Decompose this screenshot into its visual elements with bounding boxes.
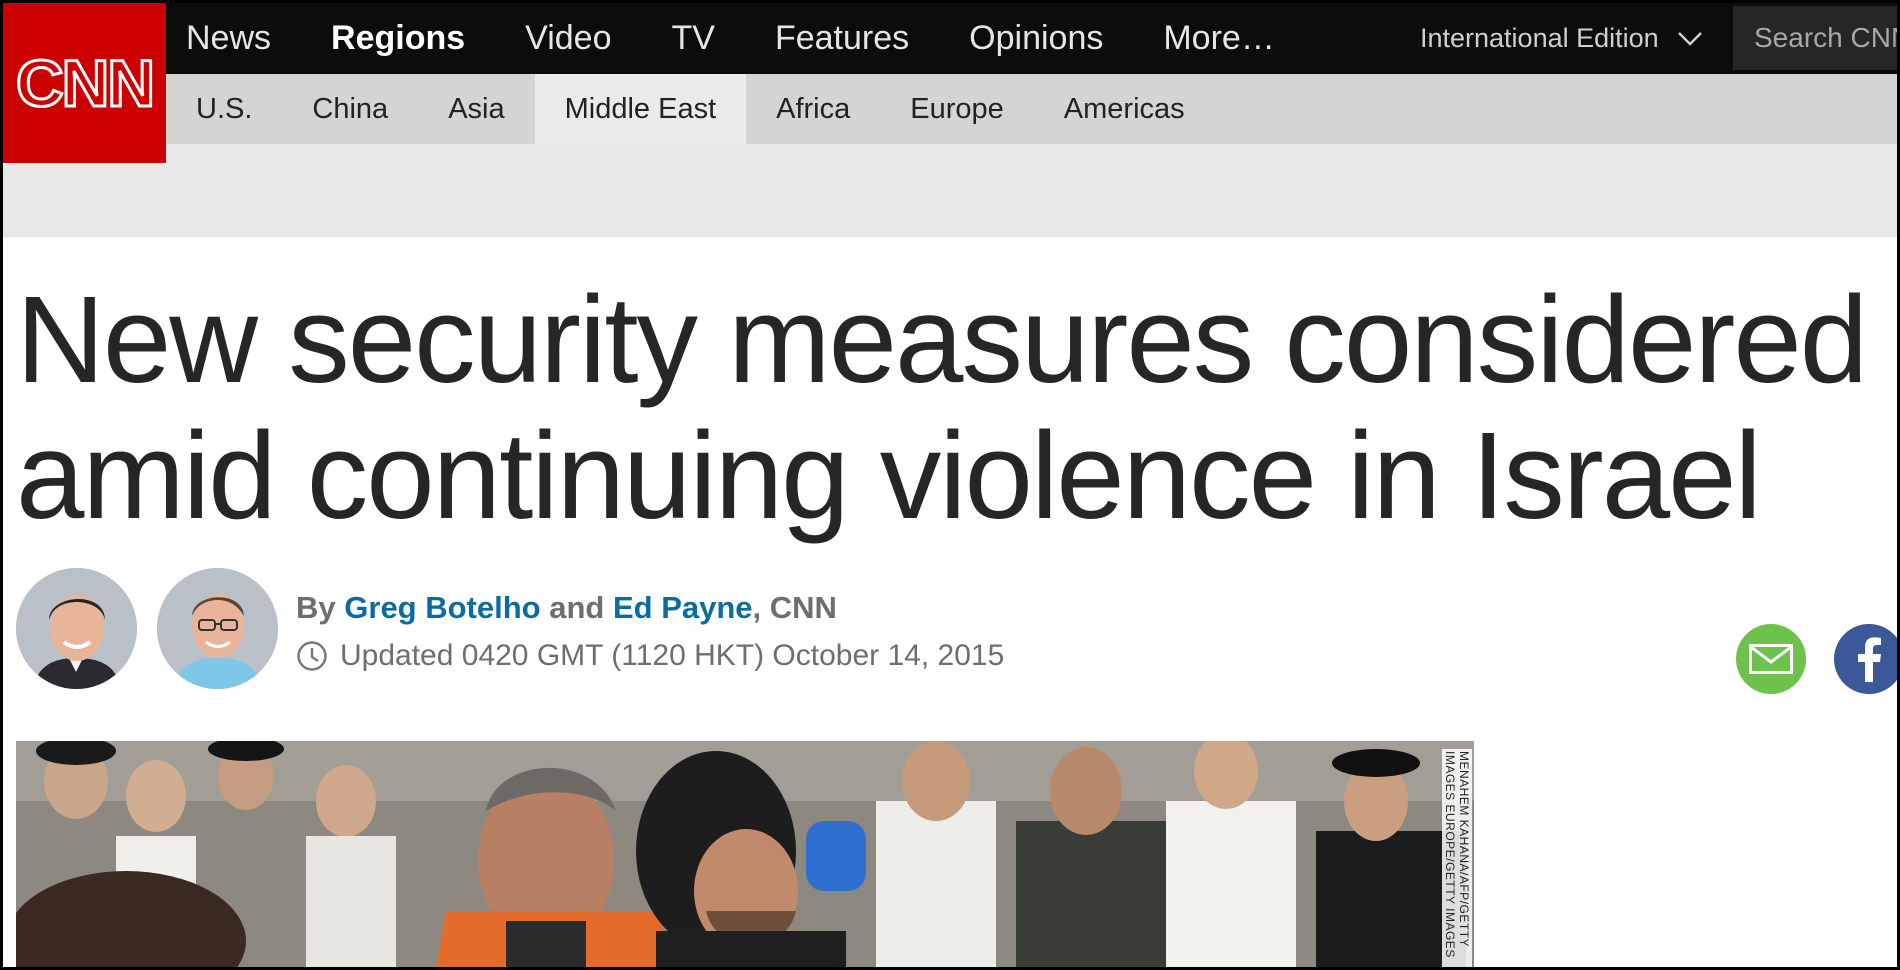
subnav-item-asia[interactable]: Asia	[418, 74, 534, 144]
subnav-item-africa[interactable]: Africa	[746, 74, 880, 144]
update-timestamp: Updated 0420 GMT (1120 HKT) October 14, …	[296, 639, 1004, 673]
author-photo	[157, 568, 278, 689]
author-link-greg-botelho[interactable]: Greg Botelho	[344, 590, 540, 625]
envelope-icon	[1749, 644, 1793, 674]
nav-item-news[interactable]: News	[186, 19, 271, 58]
author-link-ed-payne[interactable]: Ed Payne	[613, 590, 753, 625]
article-headline: New security measures considered amid co…	[16, 272, 1868, 545]
clock-icon	[297, 641, 327, 671]
search-box	[1733, 6, 1897, 70]
regions-subnav: U.S. China Asia Middle East Africa Europ…	[166, 74, 1215, 144]
top-navigation-bar: CNN News Regions Video TV Features Opini…	[3, 3, 1897, 163]
cnn-logo[interactable]: CNN	[3, 3, 166, 163]
nav-item-video[interactable]: Video	[525, 19, 611, 58]
subnav-item-europe[interactable]: Europe	[880, 74, 1034, 144]
byline-conjunction: and	[549, 590, 605, 625]
subnav-item-americas[interactable]: Americas	[1034, 74, 1215, 144]
nav-item-more[interactable]: More…	[1163, 19, 1274, 58]
nav-item-regions[interactable]: Regions	[331, 19, 465, 58]
page: CNN News Regions Video TV Features Opini…	[3, 3, 1897, 967]
author-avatar-ed-payne[interactable]	[157, 568, 278, 689]
ad-banner-area	[3, 144, 1897, 237]
nav-item-opinions[interactable]: Opinions	[969, 19, 1103, 58]
primary-nav: News Regions Video TV Features Opinions …	[186, 3, 1335, 74]
share-email-button[interactable]	[1736, 624, 1806, 694]
share-facebook-button[interactable]	[1834, 624, 1897, 694]
timestamp-text: Updated 0420 GMT (1120 HKT) October 14, …	[340, 639, 1005, 672]
regions-subnav-bar: U.S. China Asia Middle East Africa Europ…	[3, 74, 1897, 144]
article-hero-image[interactable]: MENAHEM KAHANA/AFP/GETTY IMAGES EUROPE/G…	[16, 741, 1474, 967]
logo-text: CNN	[15, 46, 157, 120]
author-photo	[16, 568, 137, 689]
nav-item-tv[interactable]: TV	[672, 19, 715, 58]
byline-suffix: , CNN	[752, 590, 837, 625]
chevron-down-icon	[1677, 31, 1702, 46]
subnav-item-us[interactable]: U.S.	[166, 74, 282, 144]
byline-prefix: By	[296, 590, 336, 625]
search-input[interactable]	[1733, 22, 1897, 54]
crowd-scene-photo	[16, 741, 1474, 967]
subnav-item-china[interactable]: China	[282, 74, 418, 144]
author-avatar-greg-botelho[interactable]	[16, 568, 137, 689]
nav-item-features[interactable]: Features	[775, 19, 909, 58]
edition-selector[interactable]: International Edition	[1420, 3, 1703, 74]
edition-label: International Edition	[1420, 23, 1659, 53]
byline: By Greg Botelho and Ed Payne, CNN	[296, 590, 837, 626]
photo-credit: MENAHEM KAHANA/AFP/GETTY IMAGES EUROPE/G…	[1442, 749, 1472, 967]
facebook-icon	[1858, 637, 1881, 682]
subnav-item-middle-east[interactable]: Middle East	[534, 74, 747, 144]
